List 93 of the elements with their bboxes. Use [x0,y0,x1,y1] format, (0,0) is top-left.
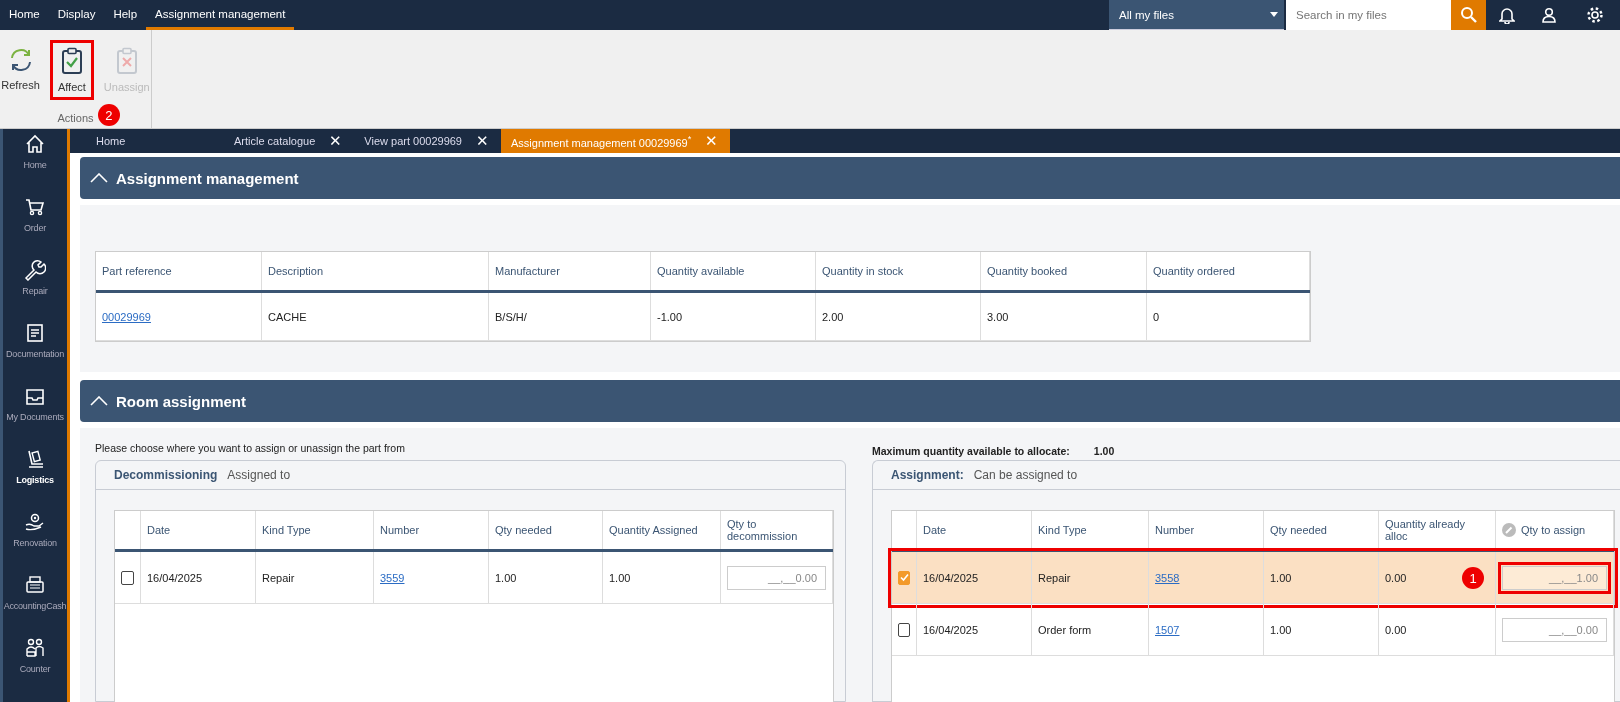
sidebar-item[interactable]: Repair [3,255,67,318]
number-link[interactable]: 3558 [1155,571,1180,584]
column-header: Quantity ordered [1153,265,1235,277]
column-header: Quantity booked [987,265,1068,277]
user-icon [1541,7,1557,23]
bell-icon [1499,6,1515,24]
column-header: Quantity already alloc [1385,518,1467,542]
table-cell: B/S/H/ [495,310,527,323]
column-header: Date [147,524,171,536]
table-cell: 16/04/2025 [923,571,979,584]
table-cell: Repair [262,571,295,584]
row-checkbox[interactable] [121,570,134,585]
home-icon [24,133,46,155]
people-icon [24,637,46,659]
table-cell: 1.00 [495,571,517,584]
document-tab[interactable]: Home [86,129,224,153]
column-header: Manufacturer [495,265,560,277]
clipboard-cross-icon [115,47,138,75]
affect-button[interactable]: Affect [49,40,94,100]
column-header: Kind Type [262,524,311,536]
table-cell: 2.00 [822,310,844,323]
search-field[interactable]: Search in my files [1286,0,1451,30]
column-header: Qty to assign [1521,524,1586,536]
document-tab[interactable]: Article catalogue ✕ [224,129,355,153]
scope-dropdown[interactable]: All my files [1109,0,1284,30]
table-cell: 1.00 [1270,623,1292,636]
document-icon [24,322,46,344]
settings-icon [1586,6,1604,24]
instruction-text: Please choose where you want to assign or unassign the part from [95,442,405,454]
row-checkbox[interactable] [898,570,910,585]
max-quantity-label: Maximum quantity available to allocate: [872,445,1070,457]
close-button[interactable]: ✕ [476,132,489,150]
quantity-field[interactable]: __,__0.00 [1502,617,1607,642]
column-header: Qty needed [1270,524,1327,536]
column-header: Qty needed [495,524,552,536]
table-cell: Order form [1038,623,1092,636]
row-checkbox[interactable] [898,622,910,637]
menu-tab[interactable]: Home [0,0,49,30]
refresh-button[interactable]: Refresh [0,40,46,100]
group-label: Actions [57,112,94,124]
panel-subtitle: Assigned to [227,468,291,482]
panel-title: Assignment: [891,468,964,482]
sidebar-item[interactable]: Home [3,129,67,192]
cart-icon [24,196,46,218]
sidebar-item[interactable]: Documentation [3,318,67,381]
close-button[interactable]: ✕ [329,132,343,150]
part-link[interactable]: 00029969 [102,310,151,323]
cash-register-icon [24,574,46,596]
table-cell: 1.00 [609,571,631,584]
column-header: Qty to decommission [727,518,799,542]
collapse-icon [90,396,108,406]
number-link[interactable]: 1507 [1155,623,1180,636]
sidebar-item[interactable]: Renovation [3,507,67,570]
column-header: Kind Type [1038,524,1087,536]
collapse-icon [90,173,108,183]
sidebar-item[interactable]: AccountingCash [3,570,67,633]
column-header: Part reference [102,265,172,277]
column-header: Quantity available [657,265,745,277]
column-header: Quantity Assigned [609,524,698,536]
sidebar-item[interactable]: Counter [3,633,67,696]
table-cell: 3.00 [987,310,1009,323]
panel-title: Decommissioning [114,468,218,482]
table-cell: CACHE [268,310,307,323]
column-header: Number [380,524,420,536]
column-header: Quantity in stock [822,265,904,277]
table-cell: 0.00 [1385,571,1407,584]
sidebar-item[interactable]: Logistics [3,444,67,507]
wrench-icon [24,259,46,281]
section-header[interactable]: Assignment management [80,157,1620,199]
gear-hand-icon [24,511,46,533]
sidebar-item[interactable]: My Documents [3,381,67,444]
table-cell: 1.00 [1270,571,1292,584]
table-cell: 0.00 [1385,623,1407,636]
table-cell: 16/04/2025 [147,571,203,584]
section-header[interactable]: Room assignment [80,380,1620,422]
table-cell: 16/04/2025 [923,623,979,636]
document-tab[interactable]: View part 00029969 ✕ [354,129,501,153]
panel-subtitle: Can be assigned to [973,468,1078,482]
column-header: Description [268,265,324,277]
table-cell: Repair [1038,571,1071,584]
menu-tab[interactable]: Help [104,0,147,30]
table-cell: -1.00 [657,310,683,323]
max-quantity-value: 1.00 [1093,445,1115,457]
step-badge: 2 [97,104,120,126]
clipboard-check-icon [60,47,83,75]
column-header: Date [923,524,947,536]
search-icon [1459,6,1478,24]
table-cell: 0 [1153,310,1160,323]
quantity-field[interactable]: __,__0.00 [727,565,826,590]
column-header: Number [1155,524,1195,536]
number-link[interactable]: 3559 [380,571,405,584]
menu-tab[interactable]: Display [48,0,105,30]
sidebar-item[interactable]: Order [3,192,67,255]
